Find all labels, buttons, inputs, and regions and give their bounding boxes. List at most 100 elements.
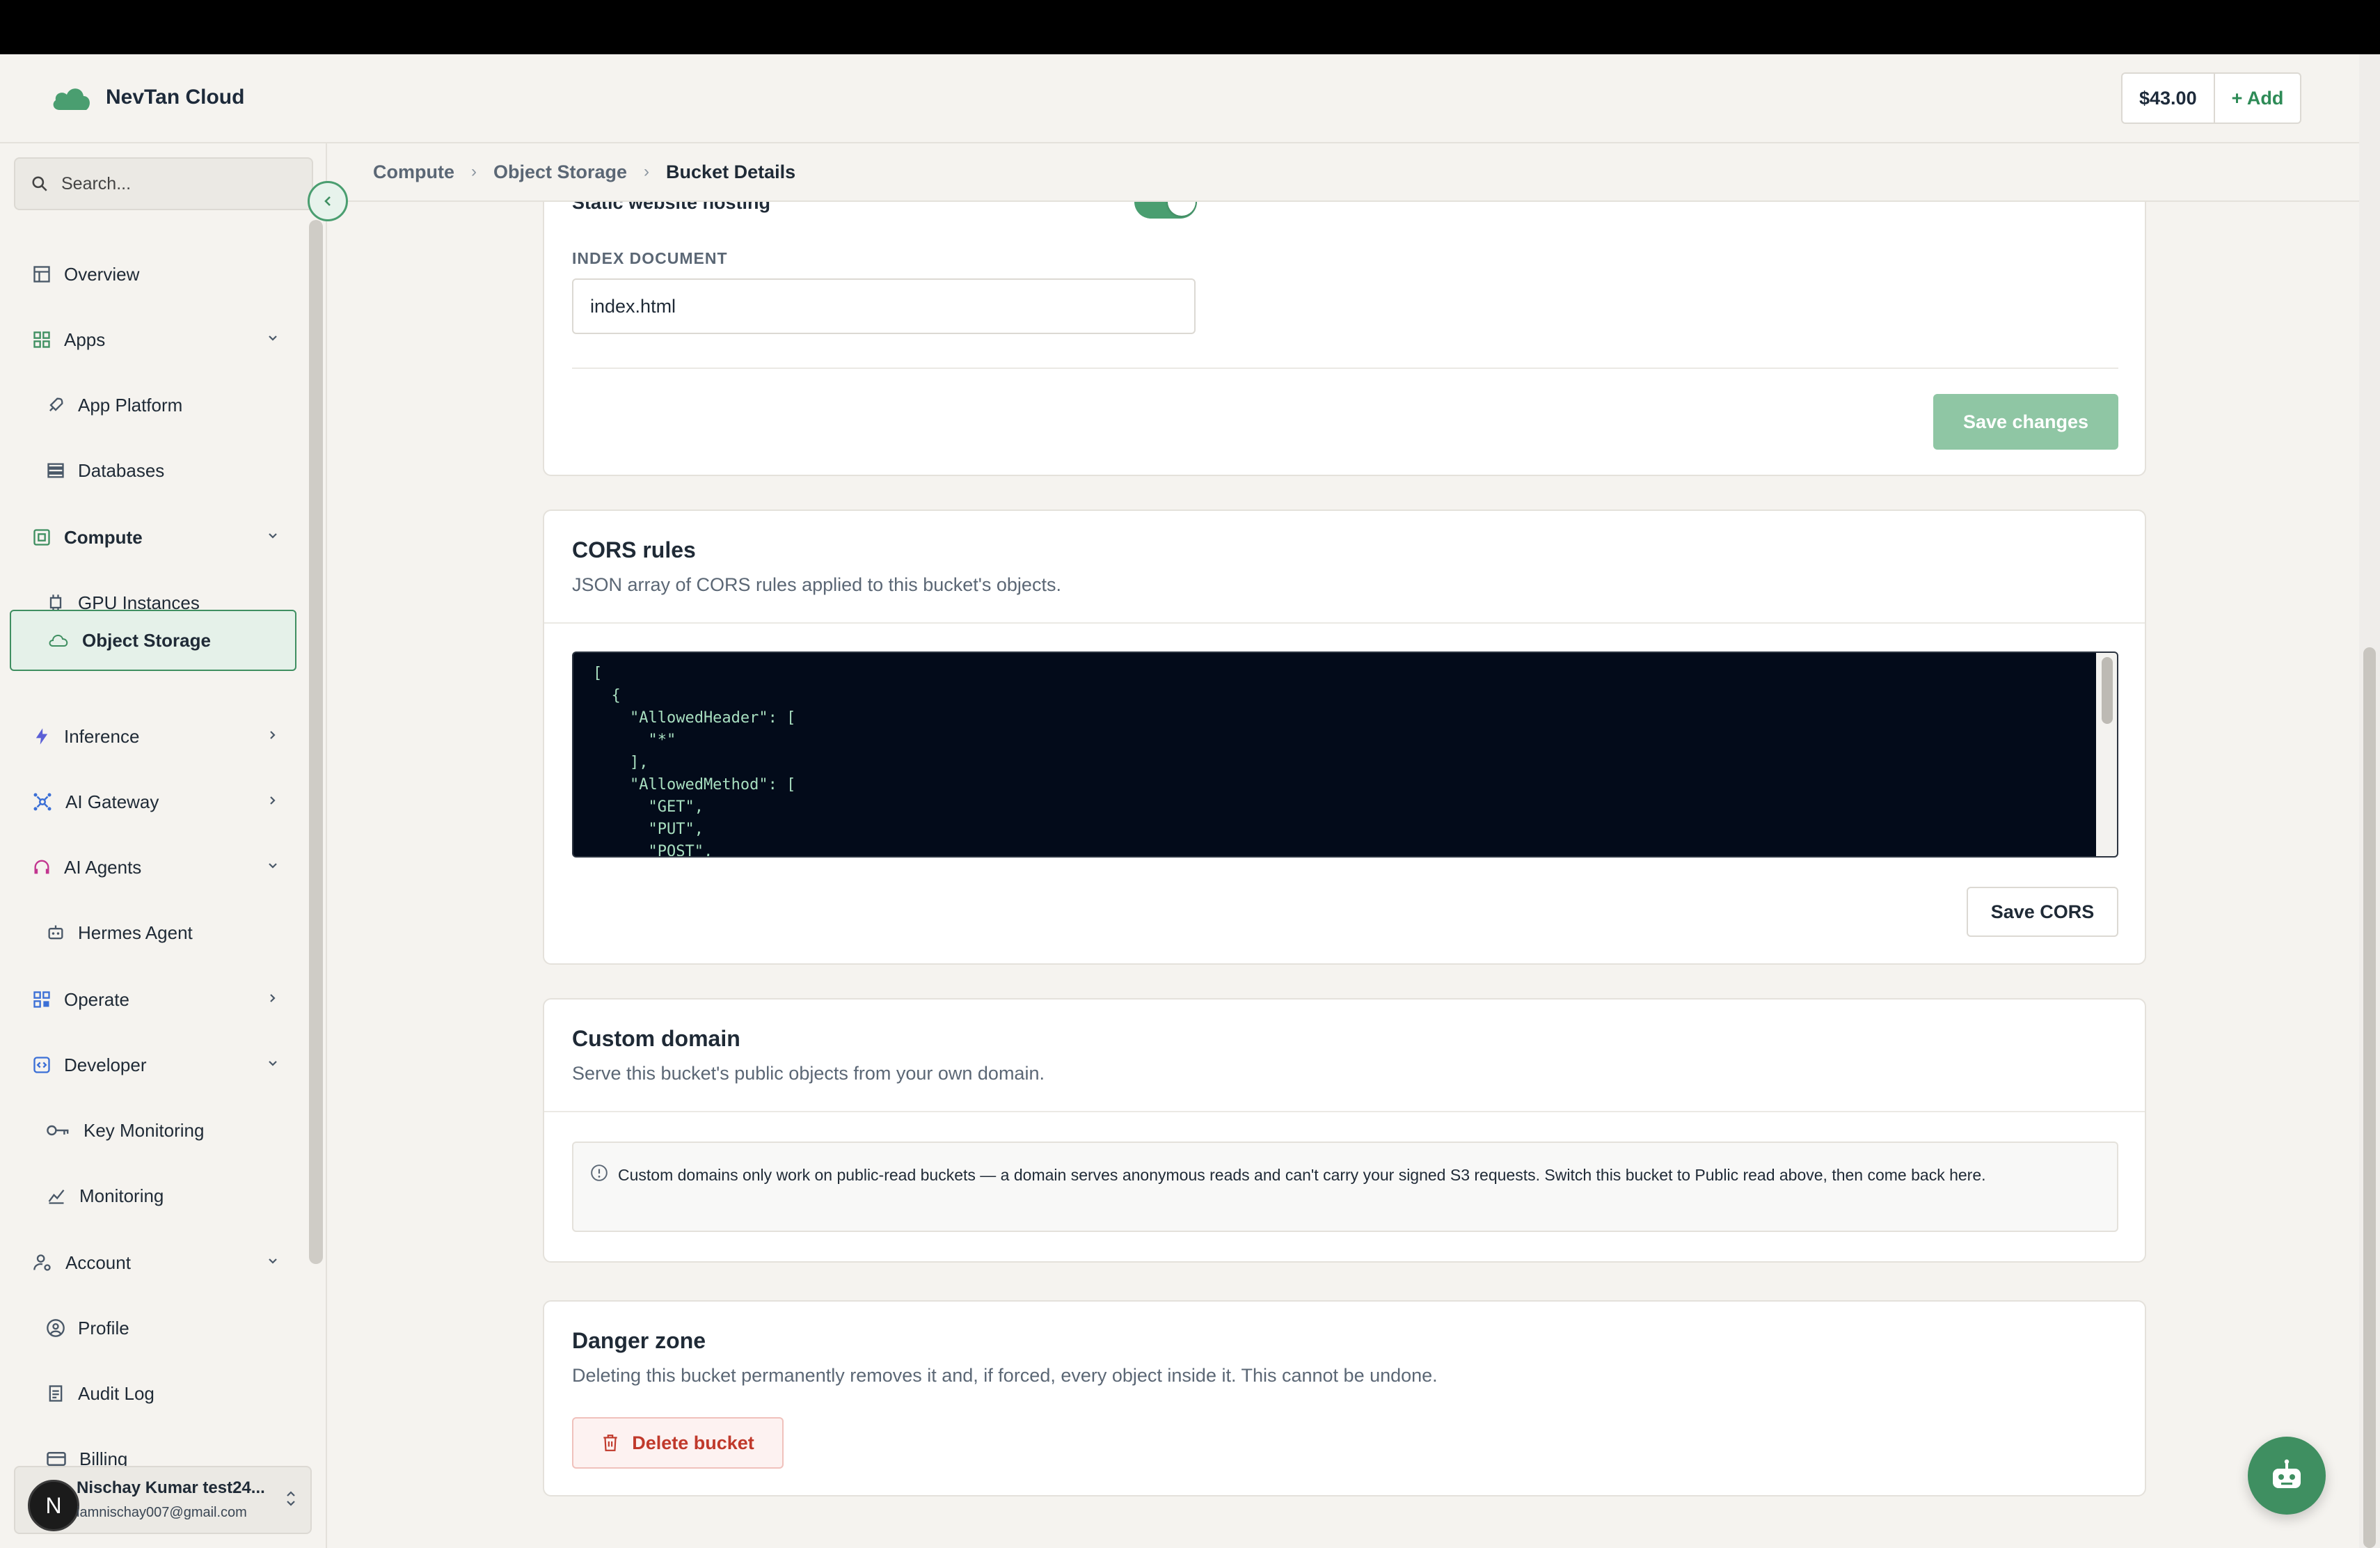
sidebar-group-ai-gateway[interactable]: AI Gateway <box>10 773 296 831</box>
credit-balance: $43.00 <box>2123 74 2215 123</box>
bolt-icon <box>35 728 48 745</box>
sidebar-item-audit-log[interactable]: Audit Log <box>10 1364 296 1423</box>
sidebar-item-label: AI Gateway <box>65 791 159 812</box>
chevron-down-icon <box>269 1258 277 1264</box>
sidebar-group-operate[interactable]: Operate <box>10 970 296 1029</box>
network-icon <box>33 793 51 811</box>
chevron-right-icon <box>270 731 276 739</box>
cors-title: CORS rules <box>572 537 696 562</box>
chevron-down-icon <box>269 335 277 341</box>
sidebar-item-monitoring[interactable]: Monitoring <box>10 1167 296 1225</box>
sidebar-item-label: AI Agents <box>64 856 142 878</box>
database-icon <box>47 463 64 478</box>
chevron-right-icon: › <box>471 162 477 181</box>
custom-domain-title: Custom domain <box>572 1026 740 1051</box>
sidebar-item-label: Operate <box>64 988 129 1010</box>
headset-icon <box>34 860 49 874</box>
sidebar-item-label: Hermes Agent <box>78 922 193 943</box>
sidebar-item-app-platform[interactable]: App Platform <box>10 376 296 434</box>
user-name: Nischay Kumar test24... <box>77 1478 265 1497</box>
sidebar-item-label: Databases <box>78 459 165 481</box>
add-credits-button[interactable]: + Add <box>2215 74 2301 123</box>
credits-widget: $43.00 + Add <box>2121 72 2302 124</box>
sidebar-item-label: Key Monitoring <box>84 1119 205 1141</box>
sidebar-item-label: Overview <box>64 263 140 285</box>
index-document-field[interactable] <box>572 278 1196 334</box>
sidebar-item-databases[interactable]: Databases <box>10 441 296 500</box>
key-icon <box>47 1125 69 1136</box>
main-content: Static website hosting INDEX DOCUMENT Sa… <box>328 202 2359 1548</box>
sidebar-group-account[interactable]: Account <box>10 1233 296 1292</box>
sidebar-group-inference[interactable]: Inference <box>10 707 296 766</box>
sidebar-group-ai-agents[interactable]: AI Agents <box>10 838 296 897</box>
delete-bucket-label: Delete bucket <box>632 1432 754 1453</box>
sidebar-group-apps[interactable]: Apps <box>10 310 296 369</box>
robot-icon <box>2273 1459 2301 1488</box>
avatar: N <box>28 1480 79 1531</box>
assistant-button[interactable] <box>2248 1437 2326 1515</box>
trash-icon <box>603 1435 617 1451</box>
breadcrumb-compute[interactable]: Compute <box>373 161 454 183</box>
sidebar-item-object-storage[interactable]: Object Storage <box>10 610 296 671</box>
info-icon <box>591 1164 608 1181</box>
chevron-down-icon <box>269 863 277 869</box>
breadcrumb-bucket-details: Bucket Details <box>666 161 796 182</box>
clipboard-icon <box>49 1385 63 1402</box>
sidebar-scrollbar[interactable] <box>309 220 323 1264</box>
sidebar-group-compute[interactable]: Compute <box>10 508 296 567</box>
editor-scrollbar-track <box>2096 653 2117 856</box>
toggle-knob <box>1168 202 1196 216</box>
page-scrollbar[interactable] <box>2363 647 2376 1548</box>
static-hosting-toggle[interactable] <box>1134 202 1197 219</box>
user-menu[interactable]: N Nischay Kumar test24... iamnischay007@… <box>14 1466 312 1534</box>
danger-zone-subtitle: Deleting this bucket permanently removes… <box>572 1365 1438 1386</box>
divider <box>572 368 2118 369</box>
sidebar-item-label: Apps <box>64 329 106 350</box>
sidebar-item-key-monitoring[interactable]: Key Monitoring <box>10 1101 296 1160</box>
sidebar-item-label: Compute <box>64 526 143 548</box>
app-header: NevTan Cloud $43.00 + Add <box>0 54 2359 143</box>
sidebar-item-profile[interactable]: Profile <box>10 1299 296 1357</box>
sidebar-group-developer[interactable]: Developer <box>10 1036 296 1094</box>
search-input[interactable]: Search... <box>14 157 313 210</box>
chevron-down-icon <box>269 1061 277 1066</box>
chevron-down-icon <box>269 533 277 539</box>
static-hosting-label: Static website hosting <box>572 202 771 213</box>
sidebar-item-label: Monitoring <box>79 1185 164 1206</box>
cloud-icon <box>49 635 68 647</box>
sidebar-item-label: Audit Log <box>78 1382 154 1404</box>
chevron-left-icon <box>324 196 331 206</box>
cors-subtitle: JSON array of CORS rules applied to this… <box>572 574 1061 595</box>
sidebar-item-hermes-agent[interactable]: Hermes Agent <box>10 903 296 962</box>
breadcrumb-object-storage[interactable]: Object Storage <box>493 161 627 183</box>
index-document-label: INDEX DOCUMENT <box>572 249 728 267</box>
collapse-sidebar-button[interactable] <box>308 181 348 221</box>
chevron-updown-icon <box>287 1491 295 1506</box>
sidebar-item-label: Account <box>65 1251 131 1273</box>
grid-icon <box>33 991 50 1008</box>
sidebar-item-label: Profile <box>78 1317 129 1338</box>
sidebar-item-label: Object Storage <box>82 629 211 651</box>
code-icon <box>33 1057 50 1073</box>
sidebar-item-label: Inference <box>64 725 140 747</box>
sidebar-item-overview[interactable]: Overview <box>10 245 296 303</box>
save-changes-button[interactable]: Save changes <box>1933 394 2118 450</box>
sidebar-item-label: App Platform <box>78 394 183 416</box>
cors-json-text: [ { "AllowedHeader": [ "*" ], "AllowedMe… <box>593 665 796 858</box>
rocket-icon <box>49 397 63 411</box>
save-cors-button[interactable]: Save CORS <box>1967 887 2118 937</box>
custom-domain-subtitle: Serve this bucket's public objects from … <box>572 1063 1045 1084</box>
editor-scrollbar[interactable] <box>2102 657 2113 724</box>
chart-icon <box>48 1190 65 1204</box>
sidebar-item-label: Developer <box>64 1054 147 1075</box>
user-cog-icon <box>33 1254 51 1271</box>
layout-icon <box>33 266 50 283</box>
danger-zone-card: Danger zone Deleting this bucket permane… <box>543 1300 2146 1496</box>
brand-name: NevTan Cloud <box>106 86 245 109</box>
os-top-bar <box>0 0 2380 54</box>
brand[interactable]: NevTan Cloud <box>50 84 244 111</box>
cors-json-editor[interactable]: [ { "AllowedHeader": [ "*" ], "AllowedMe… <box>572 651 2118 858</box>
divider <box>544 622 2145 624</box>
delete-bucket-button[interactable]: Delete bucket <box>572 1417 784 1469</box>
chevron-right-icon <box>270 994 276 1002</box>
